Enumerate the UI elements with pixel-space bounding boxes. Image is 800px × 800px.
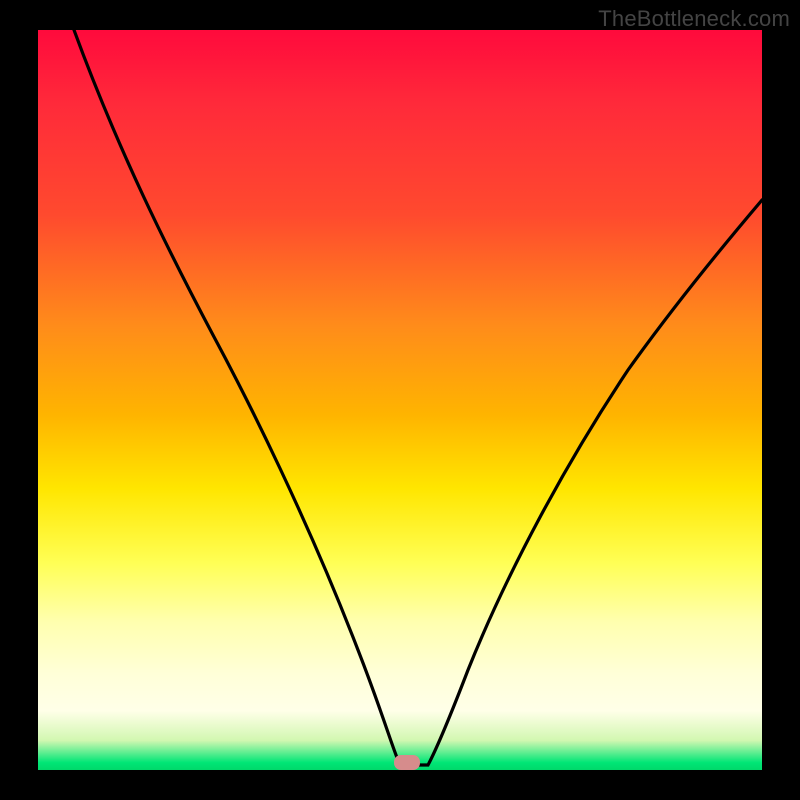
optimal-marker	[394, 755, 420, 770]
chart-frame: TheBottleneck.com	[0, 0, 800, 800]
watermark-text: TheBottleneck.com	[598, 6, 790, 32]
plot-area	[38, 30, 762, 770]
bottleneck-curve	[38, 30, 762, 770]
curve-path	[74, 30, 762, 765]
